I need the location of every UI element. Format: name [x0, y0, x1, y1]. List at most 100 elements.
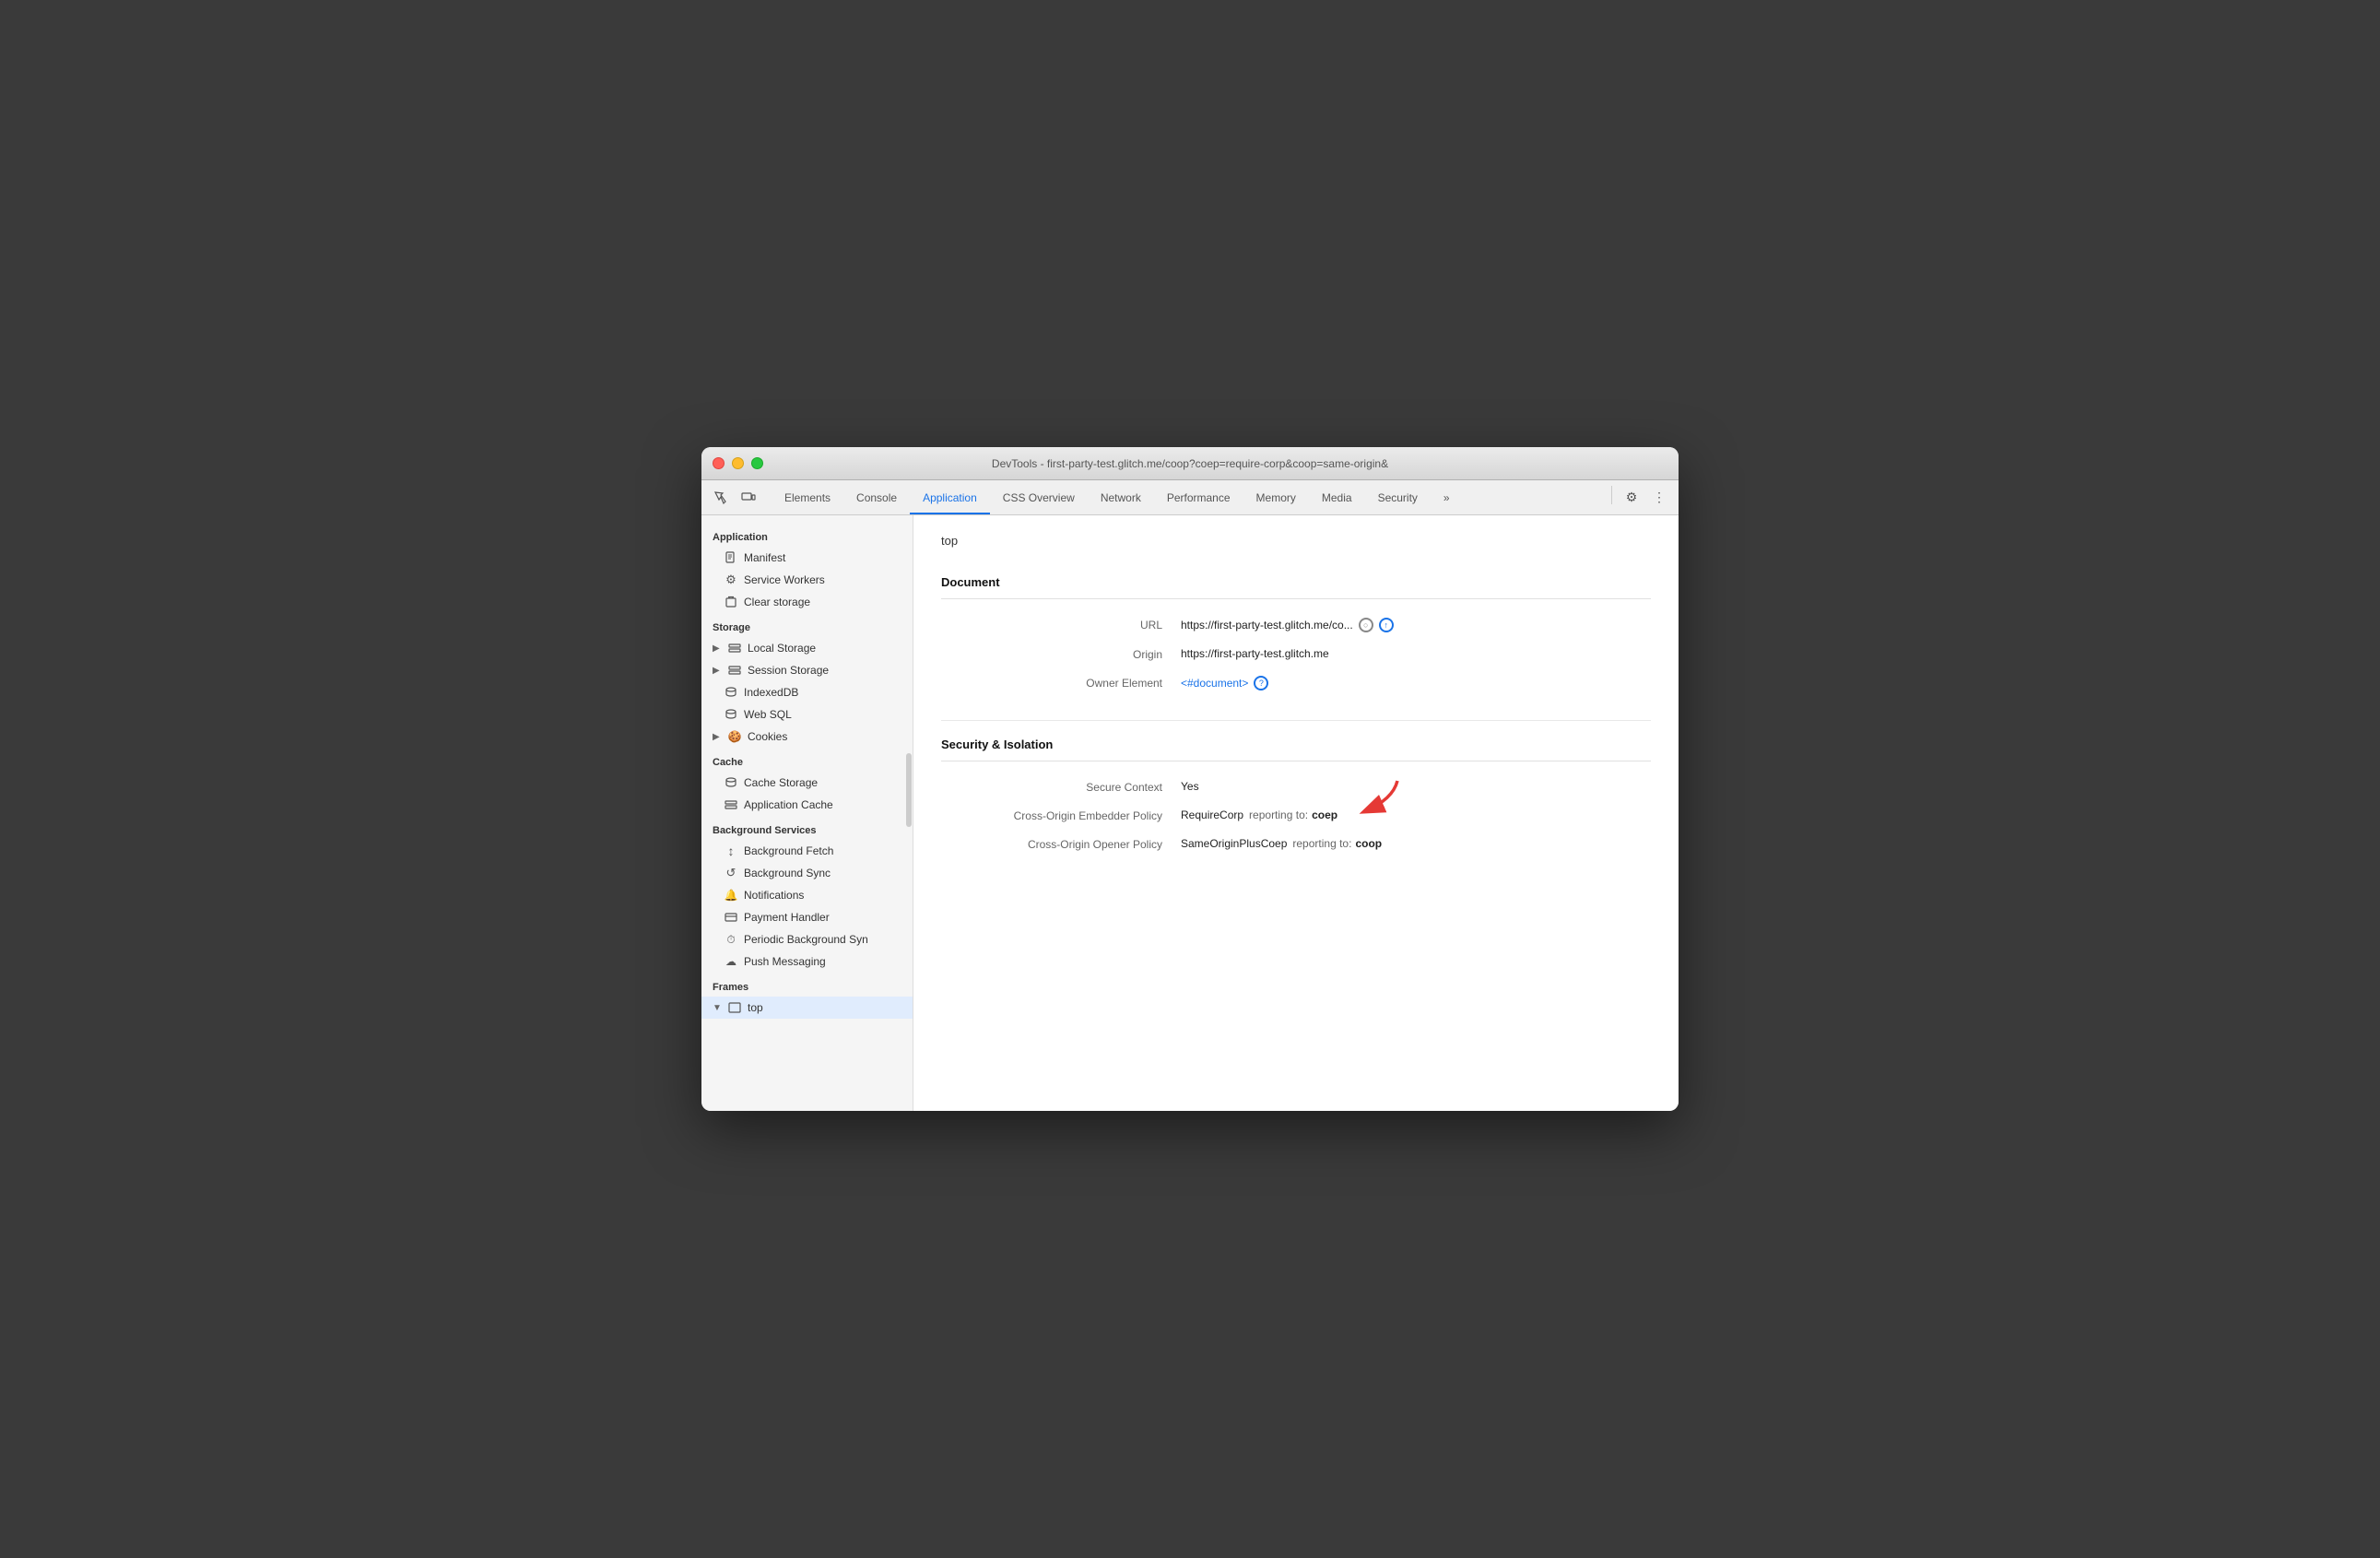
- sidebar-item-indexeddb[interactable]: IndexedDB: [701, 681, 913, 703]
- tab-css-overview[interactable]: CSS Overview: [990, 480, 1088, 514]
- sidebar-item-service-workers-label: Service Workers: [744, 573, 901, 586]
- sidebar-item-web-sql[interactable]: Web SQL: [701, 703, 913, 726]
- origin-field-row: Origin https://first-party-test.glitch.m…: [941, 640, 1651, 668]
- secure-context-value: Yes: [1181, 780, 1651, 793]
- sidebar-item-service-workers[interactable]: ⚙ Service Workers: [701, 569, 913, 591]
- sidebar-item-background-sync[interactable]: ↺ Background Sync: [701, 862, 913, 884]
- sidebar-item-periodic-background-sync[interactable]: ⏱ Periodic Background Syn: [701, 928, 913, 950]
- url-label: URL: [941, 618, 1181, 631]
- sidebar-item-top-frame-label: top: [748, 1001, 901, 1014]
- owner-element-circle-icon[interactable]: ?: [1254, 676, 1268, 690]
- periodic-background-sync-icon: ⏱: [724, 933, 738, 947]
- tab-network[interactable]: Network: [1088, 480, 1154, 514]
- toolbar-right-actions: ⚙ ⋮: [1608, 486, 1671, 510]
- tab-elements[interactable]: Elements: [772, 480, 843, 514]
- toolbar-icons: [709, 486, 760, 510]
- sidebar-item-clear-storage[interactable]: Clear storage: [701, 591, 913, 613]
- maximize-button[interactable]: [751, 457, 763, 469]
- owner-element-field-row: Owner Element <#document> ?: [941, 668, 1651, 698]
- sidebar-item-cookies[interactable]: ▶ 🍪 Cookies: [701, 726, 913, 748]
- sidebar-item-session-storage[interactable]: ▶ Session Storage: [701, 659, 913, 681]
- sidebar-item-push-messaging[interactable]: ☁ Push Messaging: [701, 950, 913, 973]
- more-options-icon[interactable]: ⋮: [1647, 486, 1671, 510]
- origin-text: https://first-party-test.glitch.me: [1181, 647, 1329, 660]
- cookies-icon: 🍪: [727, 730, 742, 743]
- coop-policy-value: SameOriginPlusCoep: [1181, 837, 1287, 850]
- coop-reporting-value: coop: [1355, 837, 1382, 850]
- tab-bar: Elements Console Application CSS Overvie…: [772, 480, 1608, 514]
- url-circle-icon-2[interactable]: ↑: [1379, 618, 1394, 632]
- application-cache-icon: [724, 798, 738, 811]
- local-storage-icon: [727, 642, 742, 655]
- devtools-toolbar: Elements Console Application CSS Overvie…: [701, 480, 1679, 515]
- sidebar-item-application-cache-label: Application Cache: [744, 798, 901, 811]
- secure-context-label: Secure Context: [941, 780, 1181, 794]
- sidebar-item-notifications[interactable]: 🔔 Notifications: [701, 884, 913, 906]
- owner-element-label: Owner Element: [941, 676, 1181, 690]
- devtools-window: DevTools - first-party-test.glitch.me/co…: [701, 447, 1679, 1111]
- page-title: top: [941, 534, 1651, 548]
- background-sync-icon: ↺: [724, 866, 738, 880]
- url-value: https://first-party-test.glitch.me/co...…: [1181, 618, 1651, 632]
- coep-field-row: Cross-Origin Embedder Policy RequireCorp…: [941, 801, 1651, 830]
- sidebar-item-web-sql-label: Web SQL: [744, 708, 901, 721]
- tab-performance[interactable]: Performance: [1154, 480, 1243, 514]
- sidebar-item-clear-storage-label: Clear storage: [744, 596, 901, 608]
- url-circle-icon-1[interactable]: ○: [1359, 618, 1373, 632]
- session-storage-icon: [727, 664, 742, 677]
- devtools-body: Application Manifest ⚙ Service Workers C…: [701, 515, 1679, 1111]
- background-fetch-icon: ↕: [724, 844, 738, 858]
- secure-context-field-row: Secure Context Yes: [941, 773, 1651, 801]
- origin-label: Origin: [941, 647, 1181, 661]
- sidebar-section-cache: Cache: [701, 748, 913, 772]
- device-toolbar-icon[interactable]: [736, 486, 760, 510]
- coep-policy-value: RequireCorp: [1181, 809, 1243, 821]
- coep-reporting: reporting to: coep: [1249, 809, 1337, 821]
- sidebar-item-payment-handler[interactable]: Payment Handler: [701, 906, 913, 928]
- origin-value: https://first-party-test.glitch.me: [1181, 647, 1651, 660]
- inspect-icon[interactable]: [709, 486, 733, 510]
- sidebar-section-frames: Frames: [701, 973, 913, 997]
- document-section: Document URL https://first-party-test.gl…: [941, 566, 1651, 698]
- top-frame-icon: [727, 1001, 742, 1014]
- sidebar-item-top-frame[interactable]: ▼ top: [701, 997, 913, 1019]
- cookies-arrow: ▶: [713, 732, 722, 742]
- sidebar-section-storage: Storage: [701, 613, 913, 637]
- tab-console[interactable]: Console: [843, 480, 910, 514]
- main-panel: top Document URL https://first-party-tes…: [913, 515, 1679, 1111]
- tab-security[interactable]: Security: [1365, 480, 1431, 514]
- traffic-lights: [713, 457, 763, 469]
- sidebar-section-application: Application: [701, 523, 913, 547]
- sidebar-item-application-cache[interactable]: Application Cache: [701, 794, 913, 816]
- local-storage-arrow: ▶: [713, 643, 722, 654]
- indexeddb-icon: [724, 686, 738, 699]
- sidebar-item-local-storage-label: Local Storage: [748, 642, 901, 655]
- sidebar-scrollbar[interactable]: [906, 753, 912, 827]
- service-workers-icon: ⚙: [724, 572, 738, 587]
- owner-element-link[interactable]: <#document>: [1181, 677, 1248, 690]
- tab-application[interactable]: Application: [910, 480, 990, 514]
- sidebar-item-manifest[interactable]: Manifest: [701, 547, 913, 569]
- document-section-header: Document: [941, 566, 1651, 599]
- sidebar: Application Manifest ⚙ Service Workers C…: [701, 515, 913, 1111]
- tab-media[interactable]: Media: [1309, 480, 1365, 514]
- sidebar-item-periodic-background-sync-label: Periodic Background Syn: [744, 933, 901, 946]
- close-button[interactable]: [713, 457, 725, 469]
- title-bar: DevTools - first-party-test.glitch.me/co…: [701, 447, 1679, 480]
- section-divider: [941, 720, 1651, 721]
- sidebar-item-background-fetch[interactable]: ↕ Background Fetch: [701, 840, 913, 862]
- settings-icon[interactable]: ⚙: [1620, 486, 1644, 510]
- minimize-button[interactable]: [732, 457, 744, 469]
- manifest-icon: [724, 551, 738, 564]
- coep-reporting-value: coep: [1312, 809, 1337, 821]
- sidebar-item-notifications-label: Notifications: [744, 889, 901, 902]
- sidebar-item-cache-storage[interactable]: Cache Storage: [701, 772, 913, 794]
- sidebar-item-cookies-label: Cookies: [748, 730, 901, 743]
- tab-memory[interactable]: Memory: [1243, 480, 1309, 514]
- coop-reporting: reporting to: coop: [1292, 837, 1382, 850]
- payment-handler-icon: [724, 913, 738, 922]
- sidebar-item-local-storage[interactable]: ▶ Local Storage: [701, 637, 913, 659]
- session-storage-arrow: ▶: [713, 666, 722, 676]
- security-isolation-section: Security & Isolation Secure Context Yes …: [941, 728, 1651, 858]
- tab-more[interactable]: »: [1431, 480, 1463, 514]
